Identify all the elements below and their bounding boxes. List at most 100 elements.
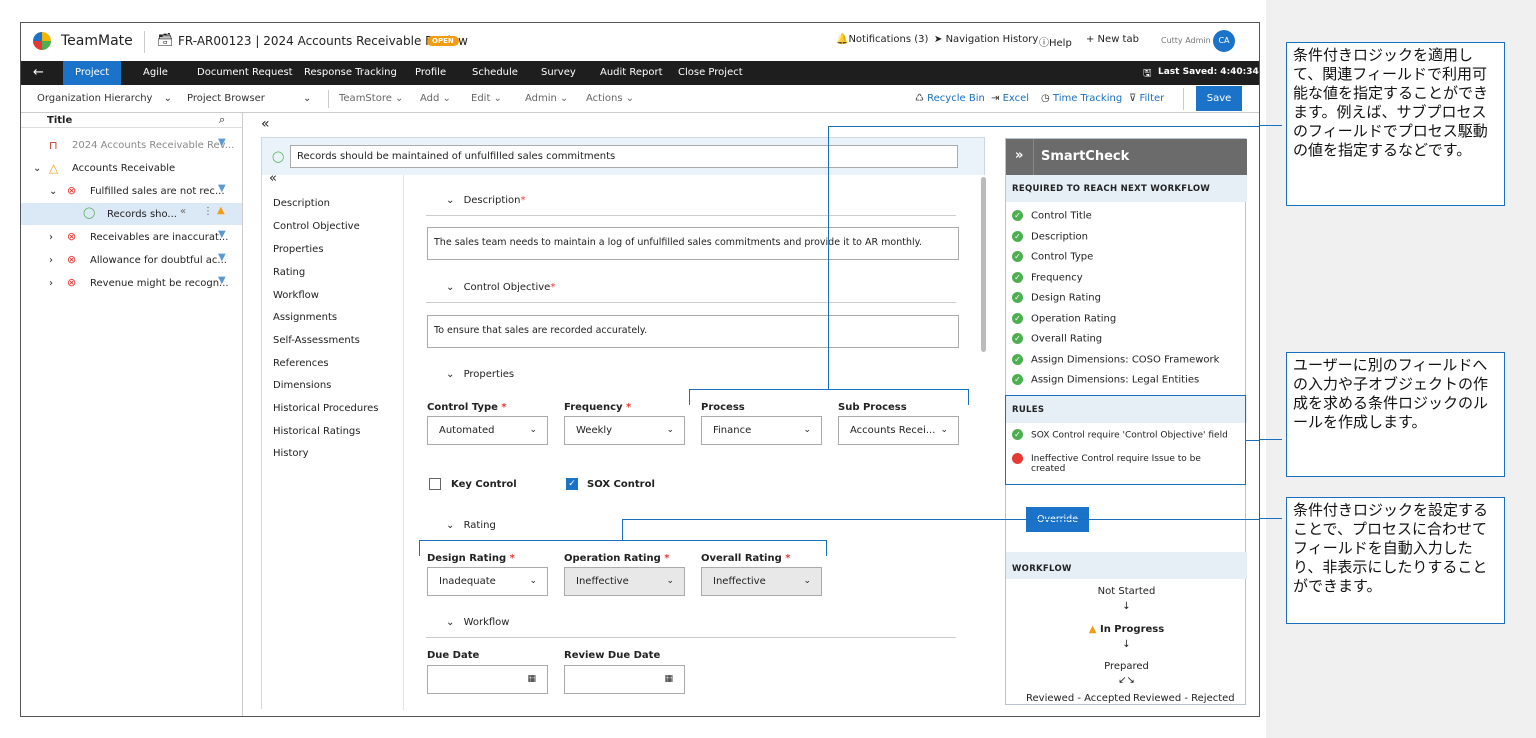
tab-document-request[interactable]: Document Request <box>197 67 293 78</box>
review-due-date-input[interactable]: ▦ <box>564 665 685 694</box>
highlight-rules-box <box>1005 395 1246 485</box>
overall-rating-select[interactable]: Ineffective ⌄ <box>701 567 822 596</box>
toolbar: Organization Hierarchy ⌄ Project Browser… <box>21 85 1259 113</box>
chevron-right-icon[interactable]: › <box>49 255 53 266</box>
frequency-select[interactable]: Weekly ⌄ <box>564 416 685 445</box>
tab-audit-report[interactable]: Audit Report <box>600 67 663 78</box>
tree-item-project[interactable]: 2024 Accounts Receivable Rev... <box>72 140 234 151</box>
tab-response-tracking[interactable]: Response Tracking <box>304 67 397 78</box>
back-arrow-icon[interactable]: ← <box>33 65 44 80</box>
required-item: ✓ Operation Rating <box>1012 313 1116 325</box>
org-hierarchy-dropdown[interactable]: Organization Hierarchy ⌄ <box>37 93 172 104</box>
actions-menu[interactable]: Actions ⌄ <box>586 93 634 104</box>
nav-properties[interactable]: Properties <box>273 244 324 255</box>
admin-menu[interactable]: Admin ⌄ <box>525 93 568 104</box>
description-field[interactable]: The sales team needs to maintain a log o… <box>427 227 959 260</box>
tree-item-fulfilled-sales[interactable]: Fulfilled sales are not rec... <box>90 186 225 197</box>
teammate-logo-icon <box>33 32 51 50</box>
frequency-label: Frequency * <box>564 402 632 413</box>
triangle-down-icon: ▼ <box>218 252 226 263</box>
subprocess-select[interactable]: Accounts Recei... ⌄ <box>838 416 959 445</box>
callout-conditional-values: 条件付きロジックを適用して、関連フィールドで利用可能な値を指定することができます… <box>1286 42 1505 206</box>
record-title-input[interactable]: Records should be maintained of unfulfil… <box>290 145 958 168</box>
tree-item-records[interactable]: Records sho... <box>107 209 177 220</box>
control-type-label: Control Type * <box>427 402 507 413</box>
connector-line <box>1260 518 1282 519</box>
chevron-down-icon: ⌄ <box>803 425 811 435</box>
sox-control-checkbox[interactable]: ✓ <box>566 478 578 490</box>
required-item: ✓ Description <box>1012 231 1088 243</box>
process-select[interactable]: Finance ⌄ <box>701 416 822 445</box>
control-ok-icon: ◯ <box>83 206 96 219</box>
filter-button[interactable]: ⊽ Filter <box>1129 93 1164 104</box>
nav-dimensions[interactable]: Dimensions <box>273 380 331 391</box>
help-link[interactable]: ⓘHelp <box>1039 34 1072 49</box>
user-name: Cutty Admin <box>1161 36 1211 45</box>
description-section-toggle[interactable]: ⌄ Description* <box>446 195 526 206</box>
nav-description[interactable]: Description <box>273 198 330 209</box>
expand-icon[interactable]: » <box>1015 148 1023 163</box>
objective-field[interactable]: To ensure that sales are recorded accura… <box>427 315 959 348</box>
collapse-icon[interactable]: « <box>180 206 186 217</box>
operation-rating-select[interactable]: Ineffective ⌄ <box>564 567 685 596</box>
chevron-down-icon[interactable]: ⌄ <box>303 93 311 104</box>
chevron-right-icon[interactable]: › <box>49 278 53 289</box>
tree-item-revenue[interactable]: Revenue might be recogn... <box>90 278 229 289</box>
nav-history[interactable]: History <box>273 448 309 459</box>
nav-historical-procedures[interactable]: Historical Procedures <box>273 403 378 414</box>
last-saved: Last Saved: 4:40:34 PM <box>1158 67 1259 77</box>
time-tracking-button[interactable]: ◷ Time Tracking <box>1041 93 1122 104</box>
tab-project[interactable]: Project <box>63 61 122 85</box>
more-vertical-icon[interactable]: ⋮ <box>203 206 213 217</box>
teamstore-menu[interactable]: TeamStore ⌄ <box>339 93 403 104</box>
edit-menu[interactable]: Edit ⌄ <box>471 93 502 104</box>
nav-self-assessments[interactable]: Self-Assessments <box>273 335 360 346</box>
nav-control-objective[interactable]: Control Objective <box>273 221 360 232</box>
new-tab-link[interactable]: + New tab <box>1086 34 1139 45</box>
nav-workflow[interactable]: Workflow <box>273 290 319 301</box>
due-date-input[interactable]: ▦ <box>427 665 548 694</box>
connector-line <box>828 126 1259 127</box>
collapse-panel-icon[interactable]: « <box>261 116 270 132</box>
avatar[interactable]: CA <box>1213 30 1235 52</box>
save-button[interactable]: Save <box>1196 86 1242 111</box>
collapse-nav-icon[interactable]: « <box>269 171 277 186</box>
key-control-checkbox[interactable] <box>429 478 441 490</box>
control-type-select[interactable]: Automated ⌄ <box>427 416 548 445</box>
send-icon: ➤ <box>934 34 946 45</box>
chevron-right-icon[interactable]: › <box>49 232 53 243</box>
project-browser-dropdown[interactable]: Project Browser <box>187 93 265 104</box>
triangle-down-icon: ▼ <box>218 137 226 148</box>
scrollbar[interactable] <box>981 177 986 352</box>
workflow-section-toggle[interactable]: ⌄ Workflow <box>446 617 509 628</box>
objective-section-toggle[interactable]: ⌄ Control Objective* <box>446 282 555 293</box>
navigation-history-link[interactable]: ➤ Navigation History <box>934 34 1038 45</box>
design-rating-select[interactable]: Inadequate ⌄ <box>427 567 548 596</box>
nav-references[interactable]: References <box>273 358 329 369</box>
nav-historical-ratings[interactable]: Historical Ratings <box>273 426 360 437</box>
nav-assignments[interactable]: Assignments <box>273 312 337 323</box>
chevron-down-icon[interactable]: ⌄ <box>49 186 57 197</box>
rating-section-toggle[interactable]: ⌄ Rating <box>446 520 496 531</box>
recycle-bin-button[interactable]: ♺ Recycle Bin <box>915 93 985 104</box>
notifications-link[interactable]: 🔔Notifications (3) <box>836 34 928 45</box>
search-icon[interactable]: ⌕ <box>219 113 225 127</box>
tab-schedule[interactable]: Schedule <box>472 67 518 78</box>
chevron-down-icon: ⌄ <box>529 576 537 586</box>
tab-close-project[interactable]: Close Project <box>678 67 743 78</box>
calendar-icon: ▦ <box>527 674 536 684</box>
tree-item-receivables[interactable]: Receivables are inaccurat... <box>90 232 228 243</box>
tab-survey[interactable]: Survey <box>541 67 576 78</box>
tree-item-accounts-receivable[interactable]: Accounts Receivable <box>72 163 175 174</box>
add-menu[interactable]: Add ⌄ <box>420 93 451 104</box>
triangle-down-icon: ▼ <box>218 229 226 240</box>
chevron-down-icon[interactable]: ⌄ <box>33 163 41 174</box>
properties-section-toggle[interactable]: ⌄ Properties <box>446 369 514 380</box>
tab-profile[interactable]: Profile <box>415 67 446 78</box>
excel-button[interactable]: ⇥ Excel <box>991 93 1029 104</box>
tree-item-allowance[interactable]: Allowance for doubtful ac... <box>90 255 227 266</box>
tab-agile[interactable]: Agile <box>143 67 168 78</box>
wf-in-progress: ▲ In Progress <box>1088 624 1165 635</box>
nav-rating[interactable]: Rating <box>273 267 305 278</box>
wf-not-started: Not Started <box>1097 586 1156 597</box>
